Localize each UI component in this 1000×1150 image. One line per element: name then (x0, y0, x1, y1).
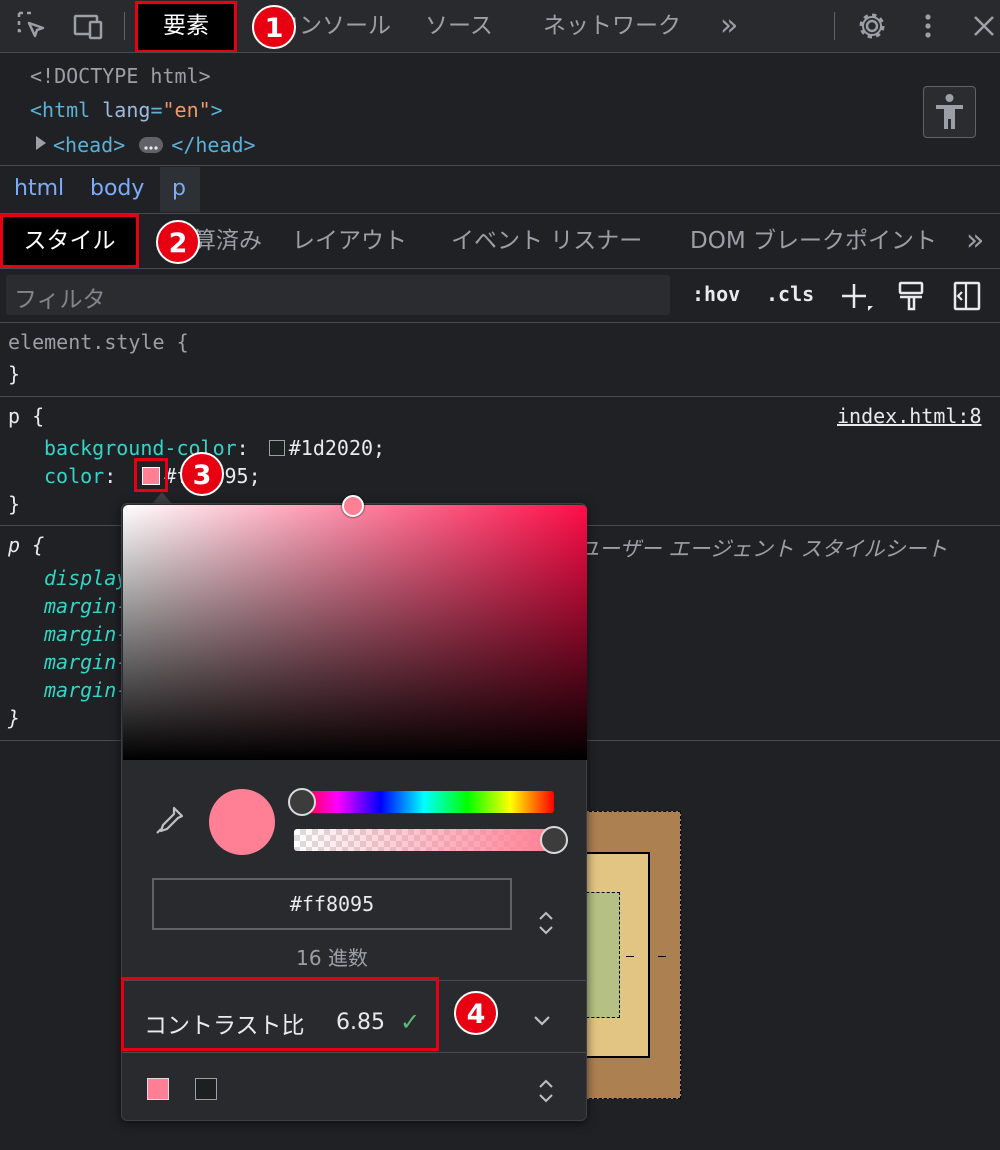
dom-html-node[interactable]: <html lang="en"> (30, 98, 223, 122)
dom-head-close: </head> (171, 133, 256, 157)
color-preview-swatch (209, 789, 275, 855)
dom-html-tag: <html (30, 98, 91, 122)
hue-slider-handle[interactable] (288, 788, 316, 816)
dom-html-close: > (210, 98, 223, 122)
accessibility-tree-button[interactable] (923, 86, 976, 138)
annotation-badge-3: 3 (180, 452, 224, 496)
format-switcher-icon[interactable] (534, 908, 558, 938)
palette-swatch-pink[interactable] (147, 1078, 169, 1100)
annotation-box-1 (135, 1, 237, 53)
colon: : (104, 464, 129, 488)
box-model-dash (626, 956, 634, 957)
rule2-selector[interactable]: p { (8, 533, 44, 557)
box-model-dash (658, 956, 666, 957)
divider (0, 396, 1000, 397)
breadcrumb-p[interactable]: p (172, 166, 186, 212)
divider (0, 52, 1000, 53)
rule2-source: ユーザー エージェント スタイルシート (578, 537, 948, 561)
close-icon[interactable] (968, 10, 1000, 42)
saturation-handle[interactable] (342, 495, 364, 517)
breadcrumb-body[interactable]: body (90, 166, 144, 212)
devtools-toolbar: 要素 コンソール ソース ネットワーク » (0, 0, 1000, 53)
palette-switcher-icon[interactable] (534, 1076, 558, 1106)
breadcrumb-html[interactable]: html (14, 166, 64, 212)
divider (0, 165, 1000, 166)
tab-network[interactable]: ネットワーク (543, 0, 681, 52)
tab-event-listeners[interactable]: イベント リスナー (451, 214, 642, 268)
annotation-box-3 (134, 458, 168, 492)
picker-divider (122, 1052, 586, 1053)
device-toolbar-icon[interactable] (72, 10, 104, 42)
rule1-selector[interactable]: p { (8, 404, 44, 428)
toolbar-divider (834, 12, 835, 40)
eyedropper-icon[interactable] (152, 804, 186, 838)
more-subtabs-icon[interactable]: » (966, 214, 1000, 268)
divider (0, 268, 1000, 269)
more-tabs-icon[interactable]: » (720, 0, 738, 52)
hue-slider[interactable] (294, 791, 554, 813)
cls-toggle[interactable]: .cls (766, 282, 814, 306)
ellipsis-icon[interactable] (139, 137, 163, 153)
annotation-box-4 (121, 977, 439, 1051)
accessibility-icon (936, 94, 963, 129)
close-brace: } (8, 362, 21, 386)
new-style-rule-plus-icon[interactable] (840, 282, 874, 312)
rule2-prop: display (44, 566, 129, 590)
annotation-badge-1: 1 (252, 5, 296, 49)
expand-triangle-icon[interactable] (36, 136, 46, 150)
filter-input[interactable]: フィルタ (6, 275, 670, 315)
annotation-badge-4: 4 (454, 991, 498, 1035)
alpha-slider[interactable] (294, 829, 552, 851)
hex-value-input[interactable]: #ff8095 (152, 878, 512, 930)
dom-doctype: <!DOCTYPE html> (30, 64, 211, 88)
annotation-box-2 (0, 214, 139, 268)
dom-html-attr-name: lang (102, 98, 151, 122)
dom-html-attr-value: "en" (162, 98, 211, 122)
dom-equals: = (150, 98, 163, 122)
close-brace: } (8, 492, 21, 516)
filter-placeholder: フィルタ (14, 287, 106, 313)
element-style-selector: element.style { (8, 330, 189, 354)
bg-prop-value: #1d2020; (288, 436, 386, 460)
kebab-menu-icon[interactable] (912, 10, 944, 42)
colon: : (236, 436, 261, 460)
tab-layout[interactable]: レイアウト (292, 214, 407, 268)
sidebar-toggle-icon[interactable] (952, 280, 982, 312)
rule1-source-link[interactable]: index.html:8 (837, 404, 982, 428)
tab-sources[interactable]: ソース (425, 0, 493, 52)
tab-dom-breakpoints[interactable]: DOM ブレークポイント (690, 214, 937, 268)
paint-brush-icon[interactable] (896, 280, 926, 312)
divider (0, 322, 1000, 323)
chevron-down-icon[interactable] (530, 1008, 554, 1032)
bg-color-swatch[interactable] (268, 440, 285, 456)
hov-toggle[interactable]: :hov (692, 282, 740, 306)
toolbar-divider (124, 12, 125, 40)
dom-head-open: <head> (53, 133, 126, 157)
alpha-slider-handle[interactable] (540, 826, 568, 854)
settings-gear-icon[interactable] (856, 10, 888, 42)
color-format-label: 16 進数 (296, 946, 368, 970)
inspect-element-icon[interactable] (16, 10, 48, 42)
dom-head-node[interactable]: <head> </head> (53, 133, 256, 157)
palette-swatch-dark[interactable] (195, 1078, 217, 1100)
close-brace: } (8, 706, 21, 730)
saturation-value-area[interactable] (123, 505, 587, 760)
annotation-badge-2: 2 (156, 220, 200, 264)
color-prop-name: color (44, 464, 105, 488)
element-style-rule: element.style { (8, 330, 189, 354)
